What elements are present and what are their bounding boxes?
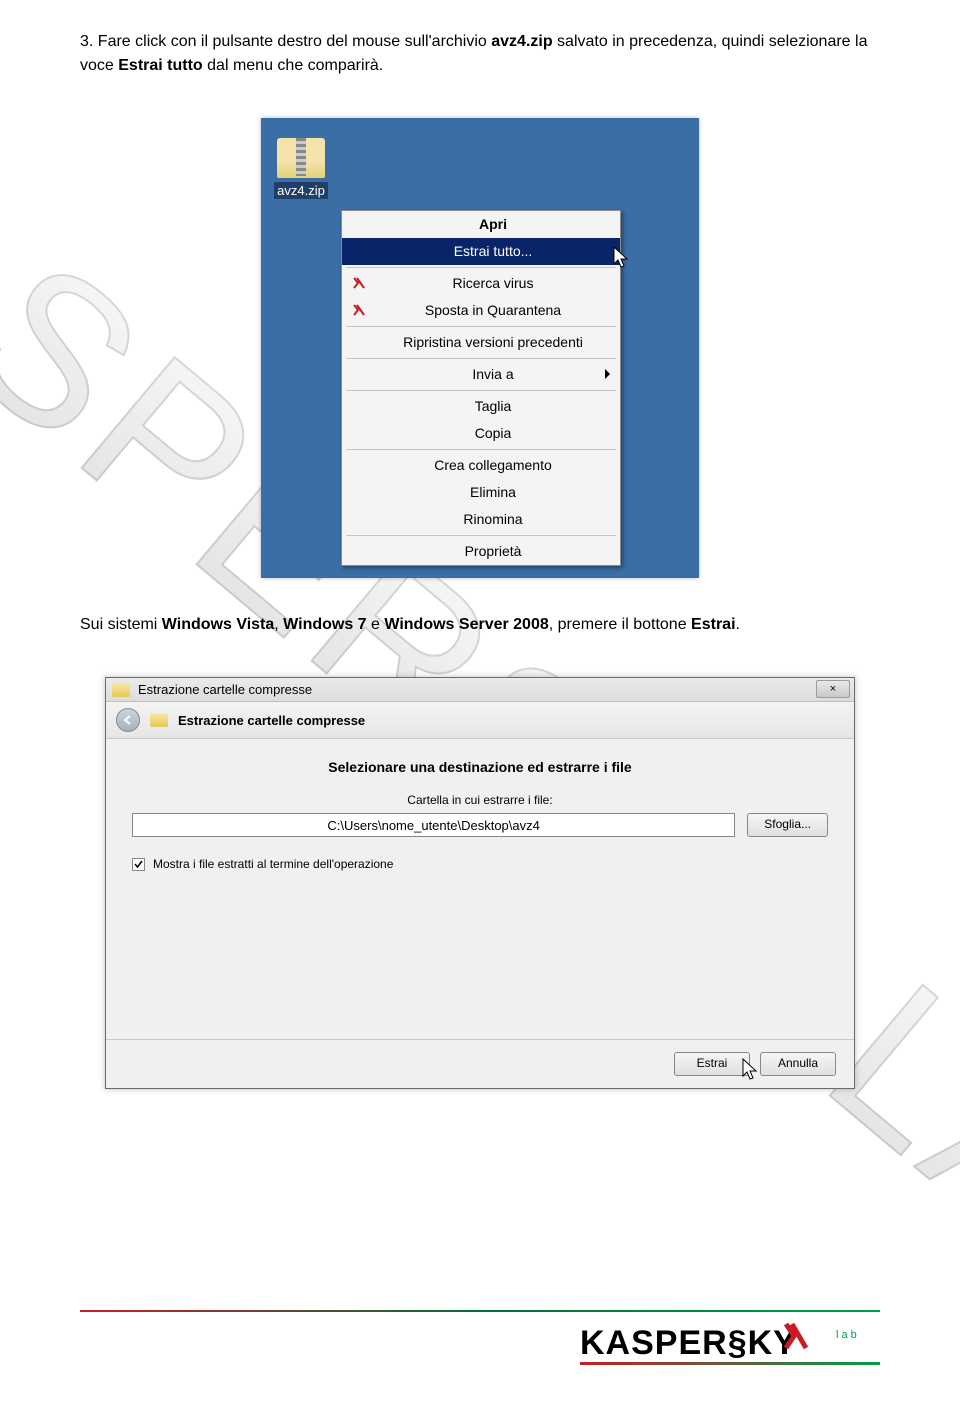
kaspersky-icon bbox=[352, 276, 366, 290]
menu-send-to[interactable]: Invia a bbox=[342, 361, 620, 388]
window-title: Estrazione cartelle compresse bbox=[138, 682, 312, 697]
menu-quarantine[interactable]: Sposta in Quarantena bbox=[342, 297, 620, 324]
filename: avz4.zip bbox=[491, 33, 552, 50]
menu-label: Sposta in Quarantena bbox=[425, 302, 561, 318]
wizard-header: Estrazione cartelle compresse bbox=[106, 702, 854, 739]
os-name: Windows 7 bbox=[283, 616, 366, 633]
path-label: Cartella in cui estrarre i file: bbox=[132, 793, 828, 807]
menu-label: Ricerca virus bbox=[453, 275, 534, 291]
text: . bbox=[736, 616, 740, 633]
separator bbox=[346, 449, 616, 450]
context-menu: Apri Estrai tutto... Ricerca virus Spost… bbox=[341, 210, 621, 566]
menu-create-shortcut[interactable]: Crea collegamento bbox=[342, 452, 620, 479]
separator bbox=[346, 267, 616, 268]
context-menu-screenshot: avz4.zip Apri Estrai tutto... Ricerca vi… bbox=[261, 118, 699, 578]
checkbox-label: Mostra i file estratti al termine dell'o… bbox=[153, 857, 393, 871]
button-name: Estrai bbox=[691, 616, 735, 633]
svg-text:l a b: l a b bbox=[836, 1329, 857, 1341]
window-titlebar: Estrazione cartelle compresse × bbox=[106, 678, 854, 702]
folder-icon bbox=[112, 683, 130, 697]
text: dal menu che comparirà. bbox=[203, 57, 384, 74]
separator bbox=[346, 326, 616, 327]
zip-file-label: avz4.zip bbox=[274, 182, 328, 199]
text: e bbox=[367, 616, 385, 633]
submenu-arrow-icon bbox=[605, 369, 610, 379]
wizard-heading: Selezionare una destinazione ed estrarre… bbox=[132, 759, 828, 775]
separator bbox=[346, 390, 616, 391]
folder-icon bbox=[277, 138, 325, 178]
menu-open[interactable]: Apri bbox=[342, 211, 620, 238]
menu-delete[interactable]: Elimina bbox=[342, 479, 620, 506]
kaspersky-icon bbox=[352, 303, 366, 317]
menu-copy[interactable]: Copia bbox=[342, 420, 620, 447]
page-footer: KASPER§KY l a b bbox=[80, 1310, 880, 1366]
menu-restore-versions[interactable]: Ripristina versioni precedenti bbox=[342, 329, 620, 356]
zip-file-icon[interactable]: avz4.zip bbox=[271, 138, 331, 200]
menu-label: Invia a bbox=[472, 366, 513, 382]
svg-text:KASPER§KY: KASPER§KY bbox=[580, 1324, 797, 1362]
separator bbox=[346, 535, 616, 536]
browse-button[interactable]: Sfoglia... bbox=[747, 813, 828, 837]
back-button[interactable] bbox=[116, 708, 140, 732]
menu-cut[interactable]: Taglia bbox=[342, 393, 620, 420]
menu-rename[interactable]: Rinomina bbox=[342, 506, 620, 533]
menu-scan-virus[interactable]: Ricerca virus bbox=[342, 270, 620, 297]
destination-path-input[interactable]: C:\Users\nome_utente\Desktop\avz4 bbox=[132, 813, 735, 837]
menu-extract-all[interactable]: Estrai tutto... bbox=[342, 238, 620, 265]
extract-button[interactable]: Estrai bbox=[674, 1052, 750, 1076]
desktop-background: avz4.zip Apri Estrai tutto... Ricerca vi… bbox=[261, 118, 699, 578]
os-name: Windows Vista bbox=[162, 616, 274, 633]
wizard-body: Selezionare una destinazione ed estrarre… bbox=[106, 739, 854, 1039]
text: , premere il bottone bbox=[549, 616, 691, 633]
instruction-step-3: 3. Fare click con il pulsante destro del… bbox=[80, 30, 880, 78]
caption-windows-vista: Sui sistemi Windows Vista, Windows 7 e W… bbox=[80, 613, 880, 637]
footer-divider bbox=[80, 1310, 880, 1312]
text: , bbox=[274, 616, 283, 633]
text: 3. Fare click con il pulsante destro del… bbox=[80, 33, 491, 50]
os-name: Windows Server 2008 bbox=[384, 616, 548, 633]
text: Sui sistemi bbox=[80, 616, 162, 633]
extraction-wizard-screenshot: Estrazione cartelle compresse × Estrazio… bbox=[105, 677, 855, 1089]
wizard-footer: Estrai Annulla bbox=[106, 1039, 854, 1088]
folder-icon bbox=[150, 713, 168, 727]
show-files-checkbox-row[interactable]: Mostra i file estratti al termine dell'o… bbox=[132, 857, 828, 871]
kaspersky-logo: KASPER§KY l a b bbox=[580, 1318, 880, 1366]
close-button[interactable]: × bbox=[816, 680, 850, 698]
menu-properties[interactable]: Proprietà bbox=[342, 538, 620, 565]
cancel-button[interactable]: Annulla bbox=[760, 1052, 836, 1076]
checkbox-checked-icon[interactable] bbox=[132, 858, 145, 871]
wizard-header-title: Estrazione cartelle compresse bbox=[178, 713, 365, 728]
action-name: Estrai tutto bbox=[118, 57, 202, 74]
separator bbox=[346, 358, 616, 359]
